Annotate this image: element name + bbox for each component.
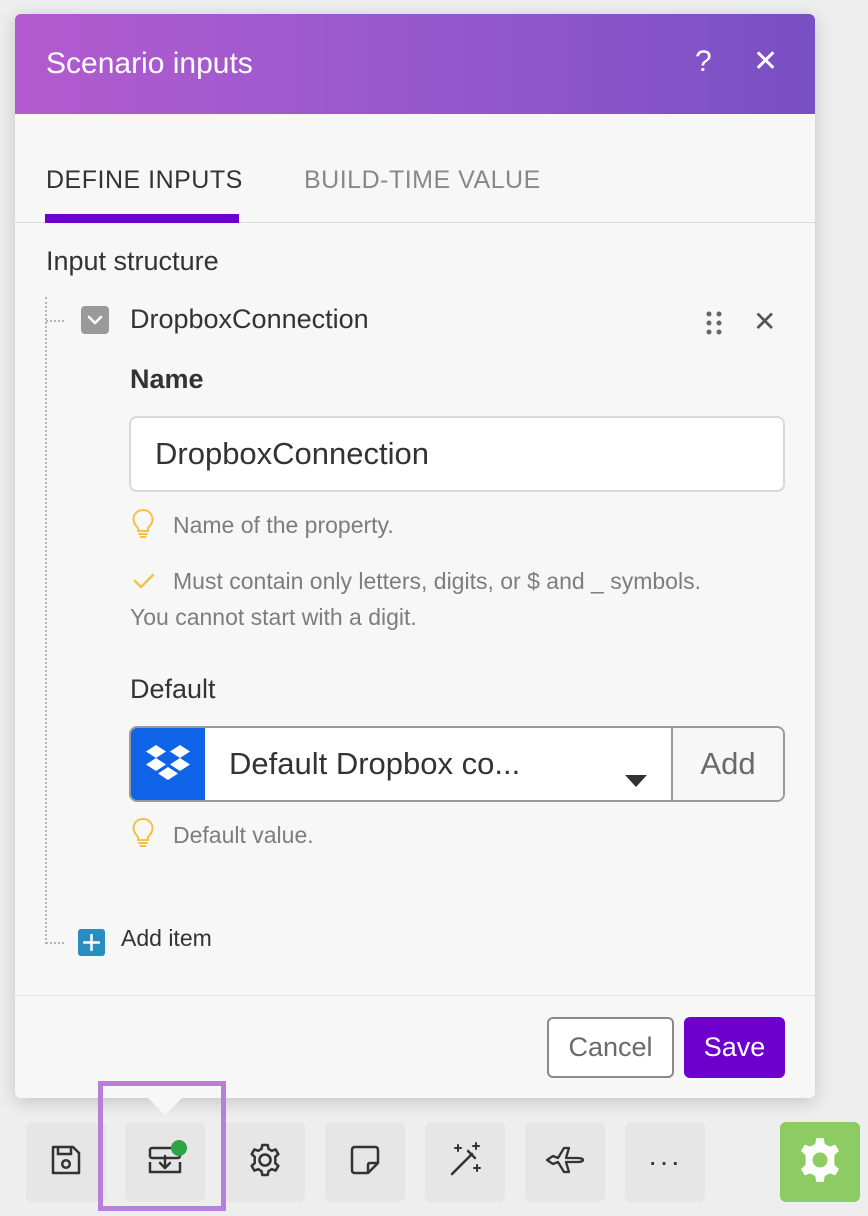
tree-branch [46, 942, 64, 944]
explain-flow-button[interactable] [525, 1122, 605, 1202]
tab-build-time-value[interactable]: BUILD-TIME VALUE [304, 166, 541, 195]
active-tab-indicator [45, 214, 239, 223]
connection-dropdown[interactable]: Default Dropbox co... [205, 728, 673, 800]
lightbulb-icon [131, 817, 155, 852]
input-structure-label: Input structure [46, 246, 219, 276]
more-options-button[interactable]: ··· [625, 1122, 705, 1202]
plus-icon[interactable] [78, 929, 105, 956]
name-rule-line2: You cannot start with a digit. [130, 604, 417, 630]
dialog-title: Scenario inputs [46, 47, 253, 80]
name-rule-line1: Must contain only letters, digits, or $ … [173, 568, 701, 594]
add-item-button[interactable]: Add item [121, 925, 212, 952]
close-icon[interactable]: ✕ [753, 44, 778, 80]
magic-wand-icon [446, 1141, 484, 1184]
save-scenario-button[interactable] [26, 1122, 106, 1202]
tree-branch [46, 320, 64, 322]
save-icon [49, 1143, 83, 1182]
default-connection-select: Default Dropbox co... Add [129, 726, 785, 802]
name-hint: Name of the property. [173, 512, 394, 538]
auto-align-button[interactable] [425, 1122, 505, 1202]
gear-icon [795, 1135, 845, 1190]
add-connection-button[interactable]: Add [673, 728, 783, 800]
collapse-toggle-icon[interactable] [81, 306, 109, 334]
item-title: DropboxConnection [130, 304, 369, 334]
settings-icon [246, 1141, 284, 1184]
default-label: Default [130, 674, 216, 704]
dropbox-icon [131, 728, 205, 800]
tabs: DEFINE INPUTS BUILD-TIME VALUE [15, 114, 815, 223]
tab-define-inputs[interactable]: DEFINE INPUTS [46, 166, 243, 195]
default-hint: Default value. [173, 822, 314, 848]
name-label: Name [130, 364, 204, 394]
name-input[interactable] [129, 416, 785, 492]
connection-dropdown-value: Default Dropbox co... [229, 746, 521, 781]
cancel-button[interactable]: Cancel [547, 1017, 674, 1078]
scenario-settings-button[interactable] [225, 1122, 305, 1202]
notes-icon [348, 1143, 382, 1182]
remove-item-icon[interactable]: ✕ [753, 307, 776, 337]
drag-handle-icon[interactable] [705, 310, 723, 336]
question-mark-icon[interactable]: ? [695, 44, 712, 80]
tree-line [45, 297, 47, 944]
airplane-icon [544, 1143, 586, 1182]
save-button[interactable]: Save [684, 1017, 785, 1078]
chevron-down-icon [625, 759, 647, 795]
checkmark-icon [133, 572, 155, 595]
more-icon: ··· [648, 1146, 682, 1177]
footer-divider [15, 995, 815, 996]
scenario-inputs-dialog: Scenario inputs ? ✕ DEFINE INPUTS BUILD-… [15, 14, 815, 1098]
notes-button[interactable] [325, 1122, 405, 1202]
dialog-header: Scenario inputs ? ✕ [15, 14, 815, 114]
scenario-settings-gear-button[interactable] [780, 1122, 860, 1202]
active-toolbar-highlight [98, 1081, 226, 1211]
lightbulb-icon [131, 508, 155, 543]
